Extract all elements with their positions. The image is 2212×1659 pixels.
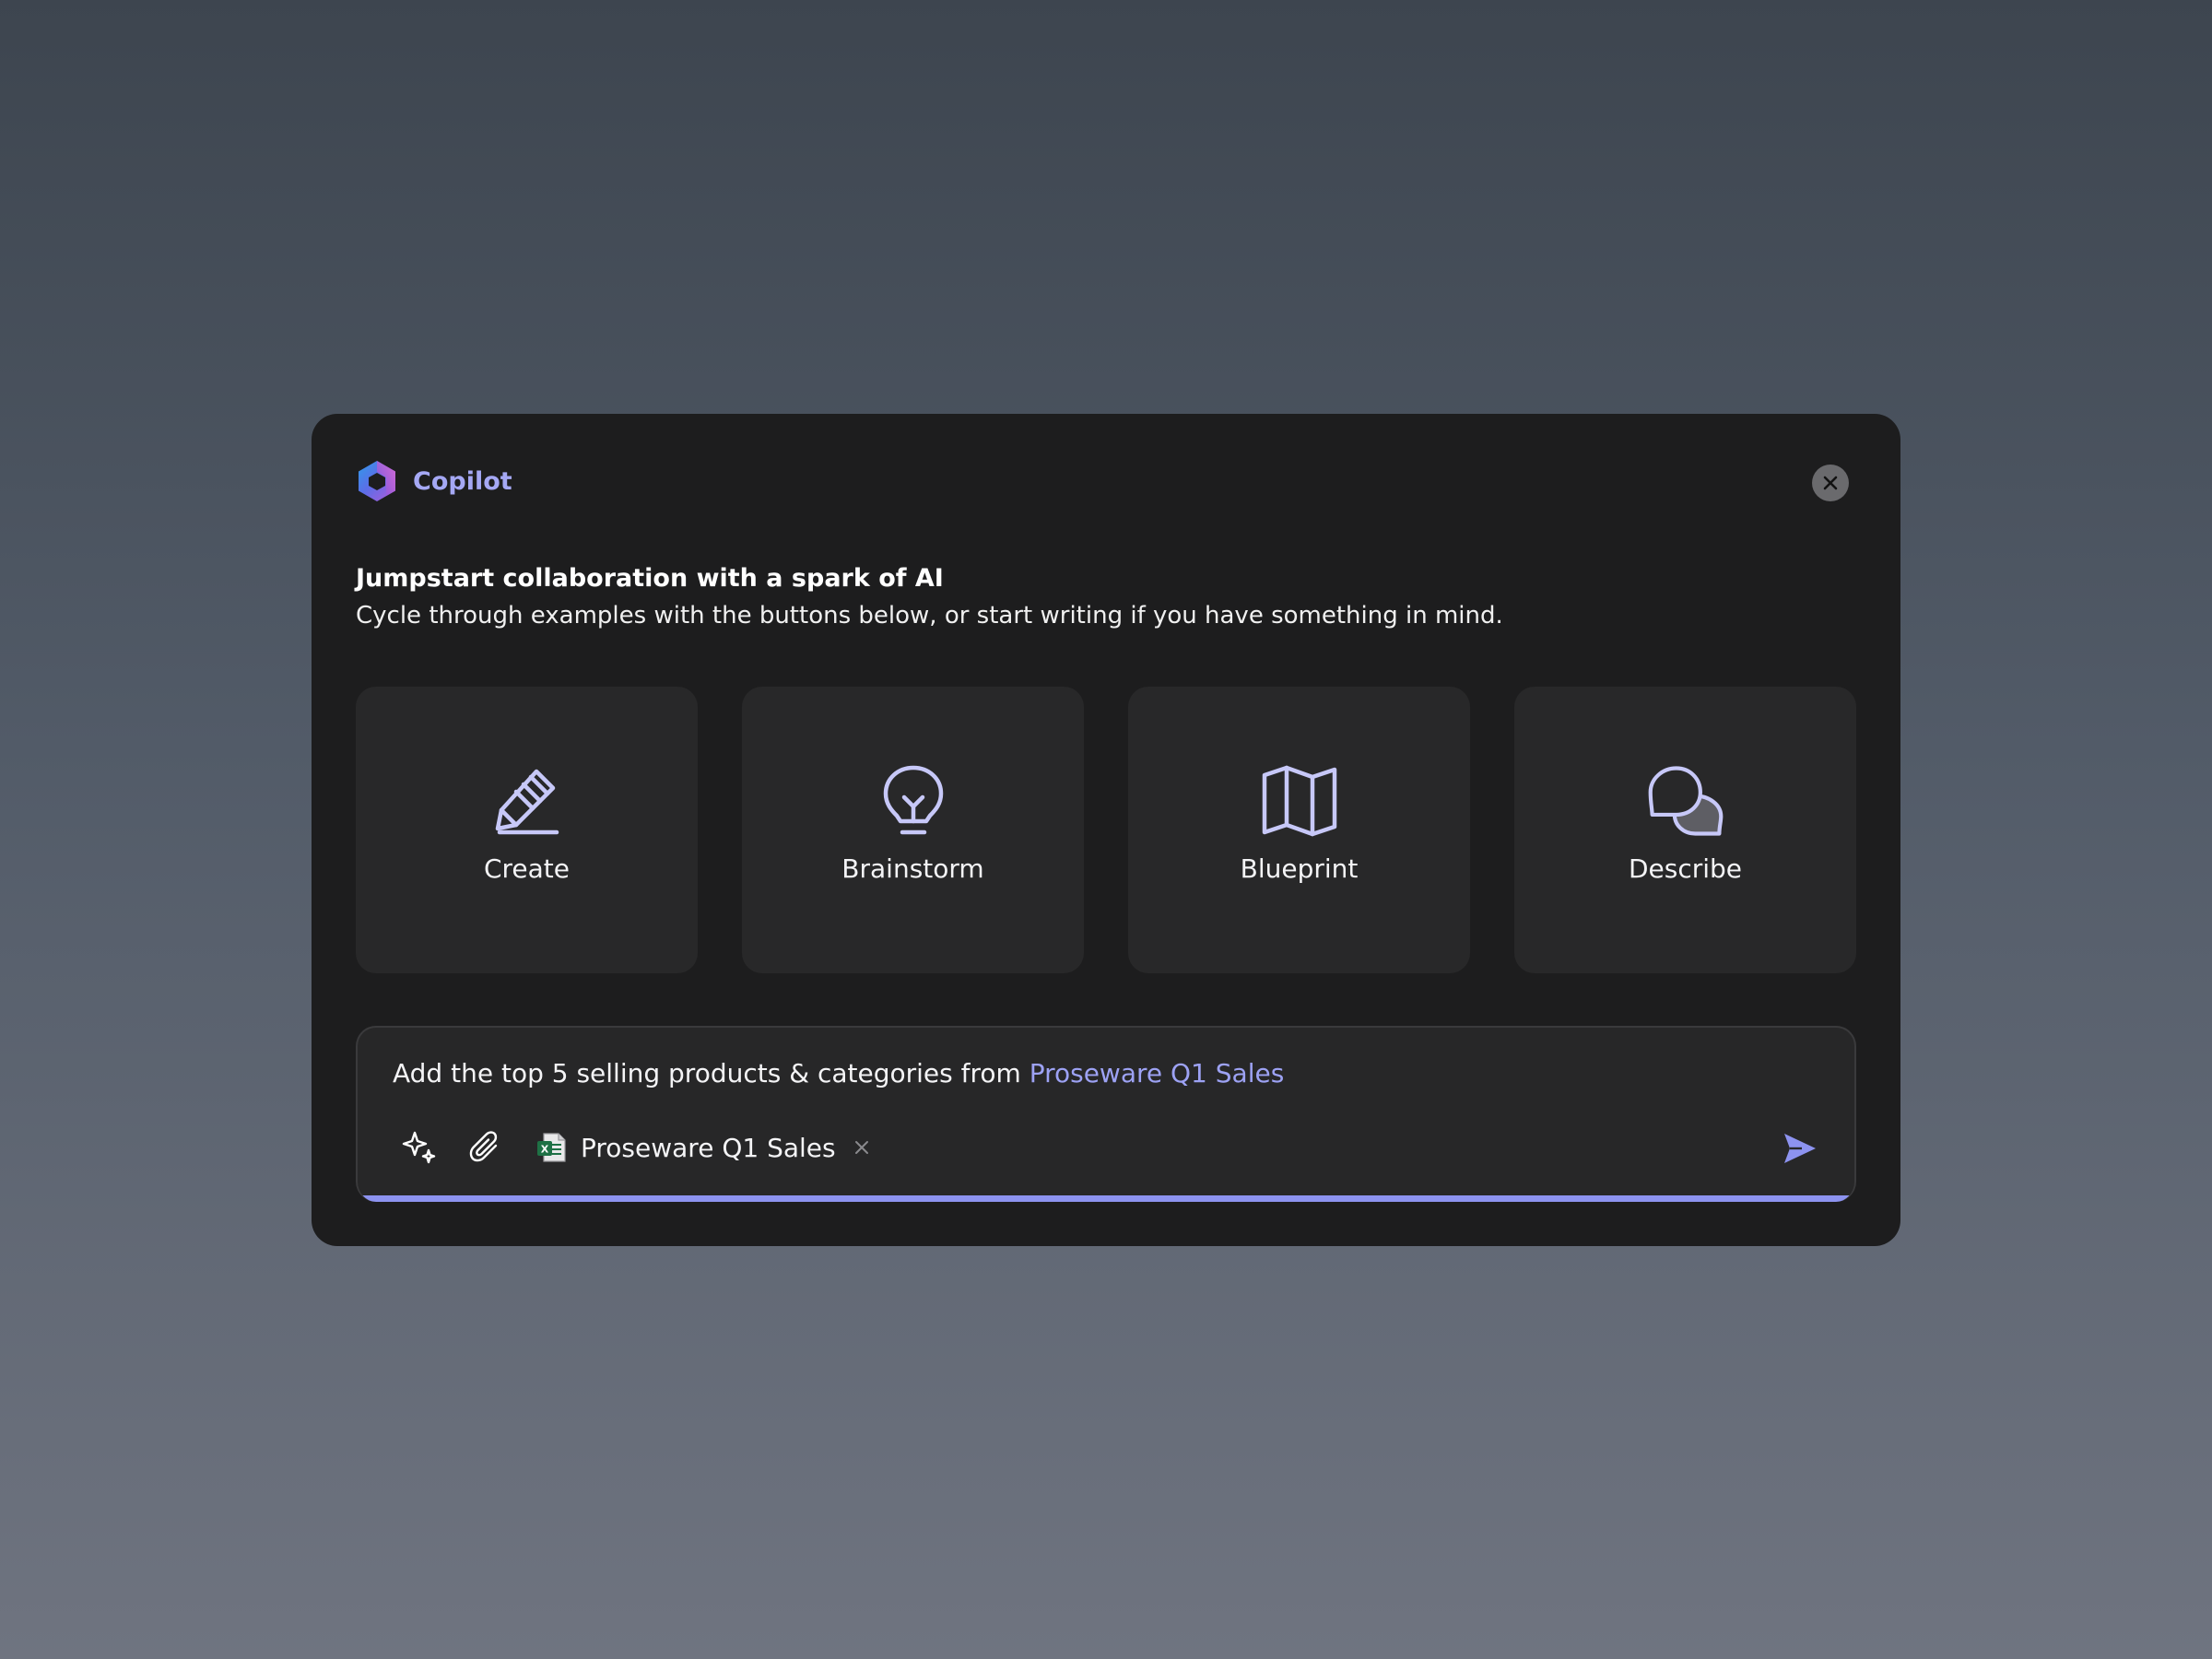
create-card[interactable]: Create [356,687,698,973]
close-icon [1823,476,1838,490]
copilot-logo-icon [359,461,395,501]
excel-file-icon-letter: X [541,1144,549,1156]
close-button[interactable] [1812,465,1849,501]
prompt-file-reference[interactable]: Proseware Q1 Sales [1030,1058,1285,1088]
close-icon [854,1141,868,1154]
dialog-header: Copilot [356,458,512,504]
lightbulb-icon [883,765,943,835]
intro-subtitle: Cycle through examples with the buttons … [356,602,1503,629]
prompt-box[interactable]: Add the top 5 selling products & categor… [356,1026,1856,1202]
example-cards: Create Brainstorm Blueprint Describe [356,687,1856,973]
map-icon [1262,765,1336,837]
prompt-accent-bar [358,1195,1854,1202]
blueprint-card[interactable]: Blueprint [1128,687,1470,973]
brainstorm-card[interactable]: Brainstorm [742,687,1084,973]
create-card-label: Create [483,853,571,884]
excel-file-icon: X [537,1133,566,1162]
describe-card-label: Describe [1628,853,1743,884]
prompt-input[interactable]: Add the top 5 selling products & categor… [393,1055,1284,1092]
chat-bubbles-icon [1648,766,1723,836]
app-title: Copilot [413,466,512,496]
send-button[interactable] [1777,1127,1823,1170]
describe-card[interactable]: Describe [1514,687,1856,973]
attachment-label: Proseware Q1 Sales [581,1132,836,1163]
copilot-dialog: Copilot Jumpstart collaboration with a s… [312,414,1900,1246]
paperclip-icon [469,1131,498,1162]
intro-title: Jumpstart collaboration with a spark of … [356,564,944,593]
attach-button[interactable] [466,1128,505,1167]
prompt-input-text: Add the top 5 selling products & categor… [393,1058,1030,1088]
blueprint-card-label: Blueprint [1240,853,1359,884]
send-icon [1784,1134,1816,1163]
intro: Jumpstart collaboration with a spark of … [356,560,1867,634]
prompt-toolbar: X Proseware Q1 Sales [400,1127,873,1168]
brainstorm-card-label: Brainstorm [841,853,984,884]
prompts-button[interactable] [400,1128,439,1167]
sparkle-icon [402,1131,436,1164]
attachment-chip: X Proseware Q1 Sales [536,1128,873,1167]
pencil-icon [495,769,559,835]
remove-attachment-button[interactable] [851,1136,873,1159]
